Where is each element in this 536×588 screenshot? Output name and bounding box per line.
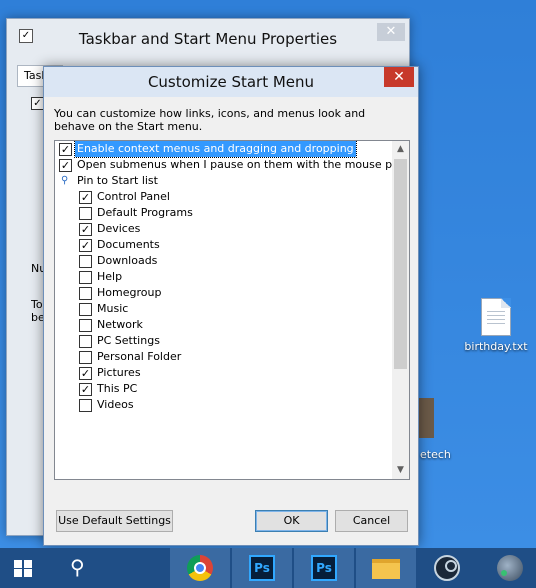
taskbar-app[interactable] xyxy=(480,548,536,588)
list-item[interactable]: ✓ Devices xyxy=(55,221,392,237)
list-item[interactable]: Videos xyxy=(55,397,392,413)
checkbox[interactable] xyxy=(79,351,92,364)
checkbox[interactable] xyxy=(79,271,92,284)
option-label: Enable context menus and dragging and dr… xyxy=(74,141,357,158)
pin-item-label: Homegroup xyxy=(97,286,162,299)
scroll-thumb[interactable] xyxy=(394,159,407,369)
list-item[interactable]: Music xyxy=(55,301,392,317)
window-titlebar: ✓ Taskbar and Start Menu Properties ✕ xyxy=(7,19,409,59)
checkbox[interactable]: ✓ xyxy=(59,159,72,172)
list-item[interactable]: Network xyxy=(55,317,392,333)
checkbox[interactable]: ✓ xyxy=(79,383,92,396)
pin-item-label: This PC xyxy=(97,382,138,395)
group-label: Pin to Start list xyxy=(77,174,158,187)
checkbox[interactable] xyxy=(79,319,92,332)
cancel-button[interactable]: Cancel xyxy=(335,510,408,532)
taskbar-photoshop-2[interactable]: Ps xyxy=(294,548,354,588)
checkbox[interactable] xyxy=(79,207,92,220)
options-list: ✓ Enable context menus and dragging and … xyxy=(55,141,409,413)
checkbox[interactable] xyxy=(79,255,92,268)
photoshop-icon: Ps xyxy=(249,555,275,581)
list-item[interactable]: PC Settings xyxy=(55,333,392,349)
pin-item-label: Help xyxy=(97,270,123,283)
list-item[interactable]: Homegroup xyxy=(55,285,392,301)
list-item[interactable]: ✓ This PC xyxy=(55,381,392,397)
list-item[interactable]: Personal Folder xyxy=(55,349,392,365)
desktop-file-birthday[interactable]: birthday.txt xyxy=(456,298,536,353)
vertical-scrollbar[interactable]: ▲ ▼ xyxy=(392,141,409,479)
close-button[interactable]: ✕ xyxy=(377,23,405,41)
close-icon: ✕ xyxy=(393,69,405,85)
taskbar-search-button[interactable]: ⚲ xyxy=(48,548,108,588)
list-item[interactable]: Default Programs xyxy=(55,205,392,221)
list-item[interactable]: Downloads xyxy=(55,253,392,269)
pin-item-label: Videos xyxy=(97,398,134,411)
dialog-title: Customize Start Menu xyxy=(147,73,315,91)
list-item[interactable]: Help xyxy=(55,269,392,285)
search-icon: ⚲ xyxy=(70,555,85,579)
option-label: Open submenus when I pause on them with … xyxy=(77,158,410,171)
dialog-close-button[interactable]: ✕ xyxy=(384,67,414,87)
text-file-icon xyxy=(481,298,511,336)
pin-item-label: Network xyxy=(97,318,143,331)
list-item[interactable]: ✓ Enable context menus and dragging and … xyxy=(55,141,392,158)
taskbar: ⚲ Ps Ps xyxy=(0,548,536,588)
checkbox[interactable] xyxy=(79,303,92,316)
pin-item-label: Documents xyxy=(97,238,160,251)
window-title: Taskbar and Start Menu Properties xyxy=(78,30,338,48)
folder-icon xyxy=(372,559,400,579)
checkbox[interactable] xyxy=(79,287,92,300)
list-item[interactable]: ✓ Control Panel xyxy=(55,189,392,205)
pin-item-label: Pictures xyxy=(97,366,141,379)
pin-item-label: Devices xyxy=(97,222,141,235)
pin-item-label: Control Panel xyxy=(97,190,170,203)
customize-start-menu-dialog: Customize Start Menu ✕ You can customize… xyxy=(43,66,419,546)
pin-item-label: Music xyxy=(97,302,129,315)
list-group-header: ⚲ Pin to Start list xyxy=(55,173,392,189)
partial-label-to: To xyxy=(31,298,43,311)
chrome-icon xyxy=(187,555,213,581)
checkbox[interactable]: ✓ xyxy=(79,191,92,204)
list-item[interactable]: ✓ Open submenus when I pause on them wit… xyxy=(55,157,409,173)
windows-logo-icon xyxy=(14,560,32,577)
use-default-settings-button[interactable]: Use Default Settings xyxy=(56,510,173,532)
scroll-up-icon[interactable]: ▲ xyxy=(392,141,409,158)
checkbox[interactable]: ✓ xyxy=(79,367,92,380)
pin-item-label: Personal Folder xyxy=(97,350,182,363)
pin-icon: ⚲ xyxy=(61,175,69,186)
pin-item-label: Default Programs xyxy=(97,206,193,219)
desktop-file-label: birthday.txt xyxy=(464,340,528,353)
pin-item-label: PC Settings xyxy=(97,334,160,347)
close-icon: ✕ xyxy=(385,24,397,39)
app-icon xyxy=(497,555,523,581)
scroll-down-icon[interactable]: ▼ xyxy=(392,462,409,479)
taskbar-chrome[interactable] xyxy=(170,548,230,588)
taskbar-file-explorer[interactable] xyxy=(356,548,416,588)
taskbar-steam[interactable] xyxy=(418,548,478,588)
taskbar-photoshop-1[interactable]: Ps xyxy=(232,548,292,588)
dialog-description: You can customize how links, icons, and … xyxy=(54,107,366,133)
checkbox[interactable]: ✓ xyxy=(79,239,92,252)
steam-icon xyxy=(434,555,460,581)
checkbox[interactable]: ✓ xyxy=(79,223,92,236)
pin-item-label: Downloads xyxy=(97,254,158,267)
checkbox[interactable] xyxy=(79,335,92,348)
list-item[interactable]: ✓ Documents xyxy=(55,237,392,253)
options-listbox[interactable]: ✓ Enable context menus and dragging and … xyxy=(54,140,410,480)
desktop-icon-partial-label: etech xyxy=(420,448,451,461)
dialog-titlebar: Customize Start Menu ✕ xyxy=(44,67,418,97)
checkbox[interactable]: ✓ xyxy=(59,143,72,156)
list-item[interactable]: ✓ Pictures xyxy=(55,365,392,381)
ok-button[interactable]: OK xyxy=(255,510,328,532)
checkbox[interactable] xyxy=(79,399,92,412)
photoshop-icon: Ps xyxy=(311,555,337,581)
